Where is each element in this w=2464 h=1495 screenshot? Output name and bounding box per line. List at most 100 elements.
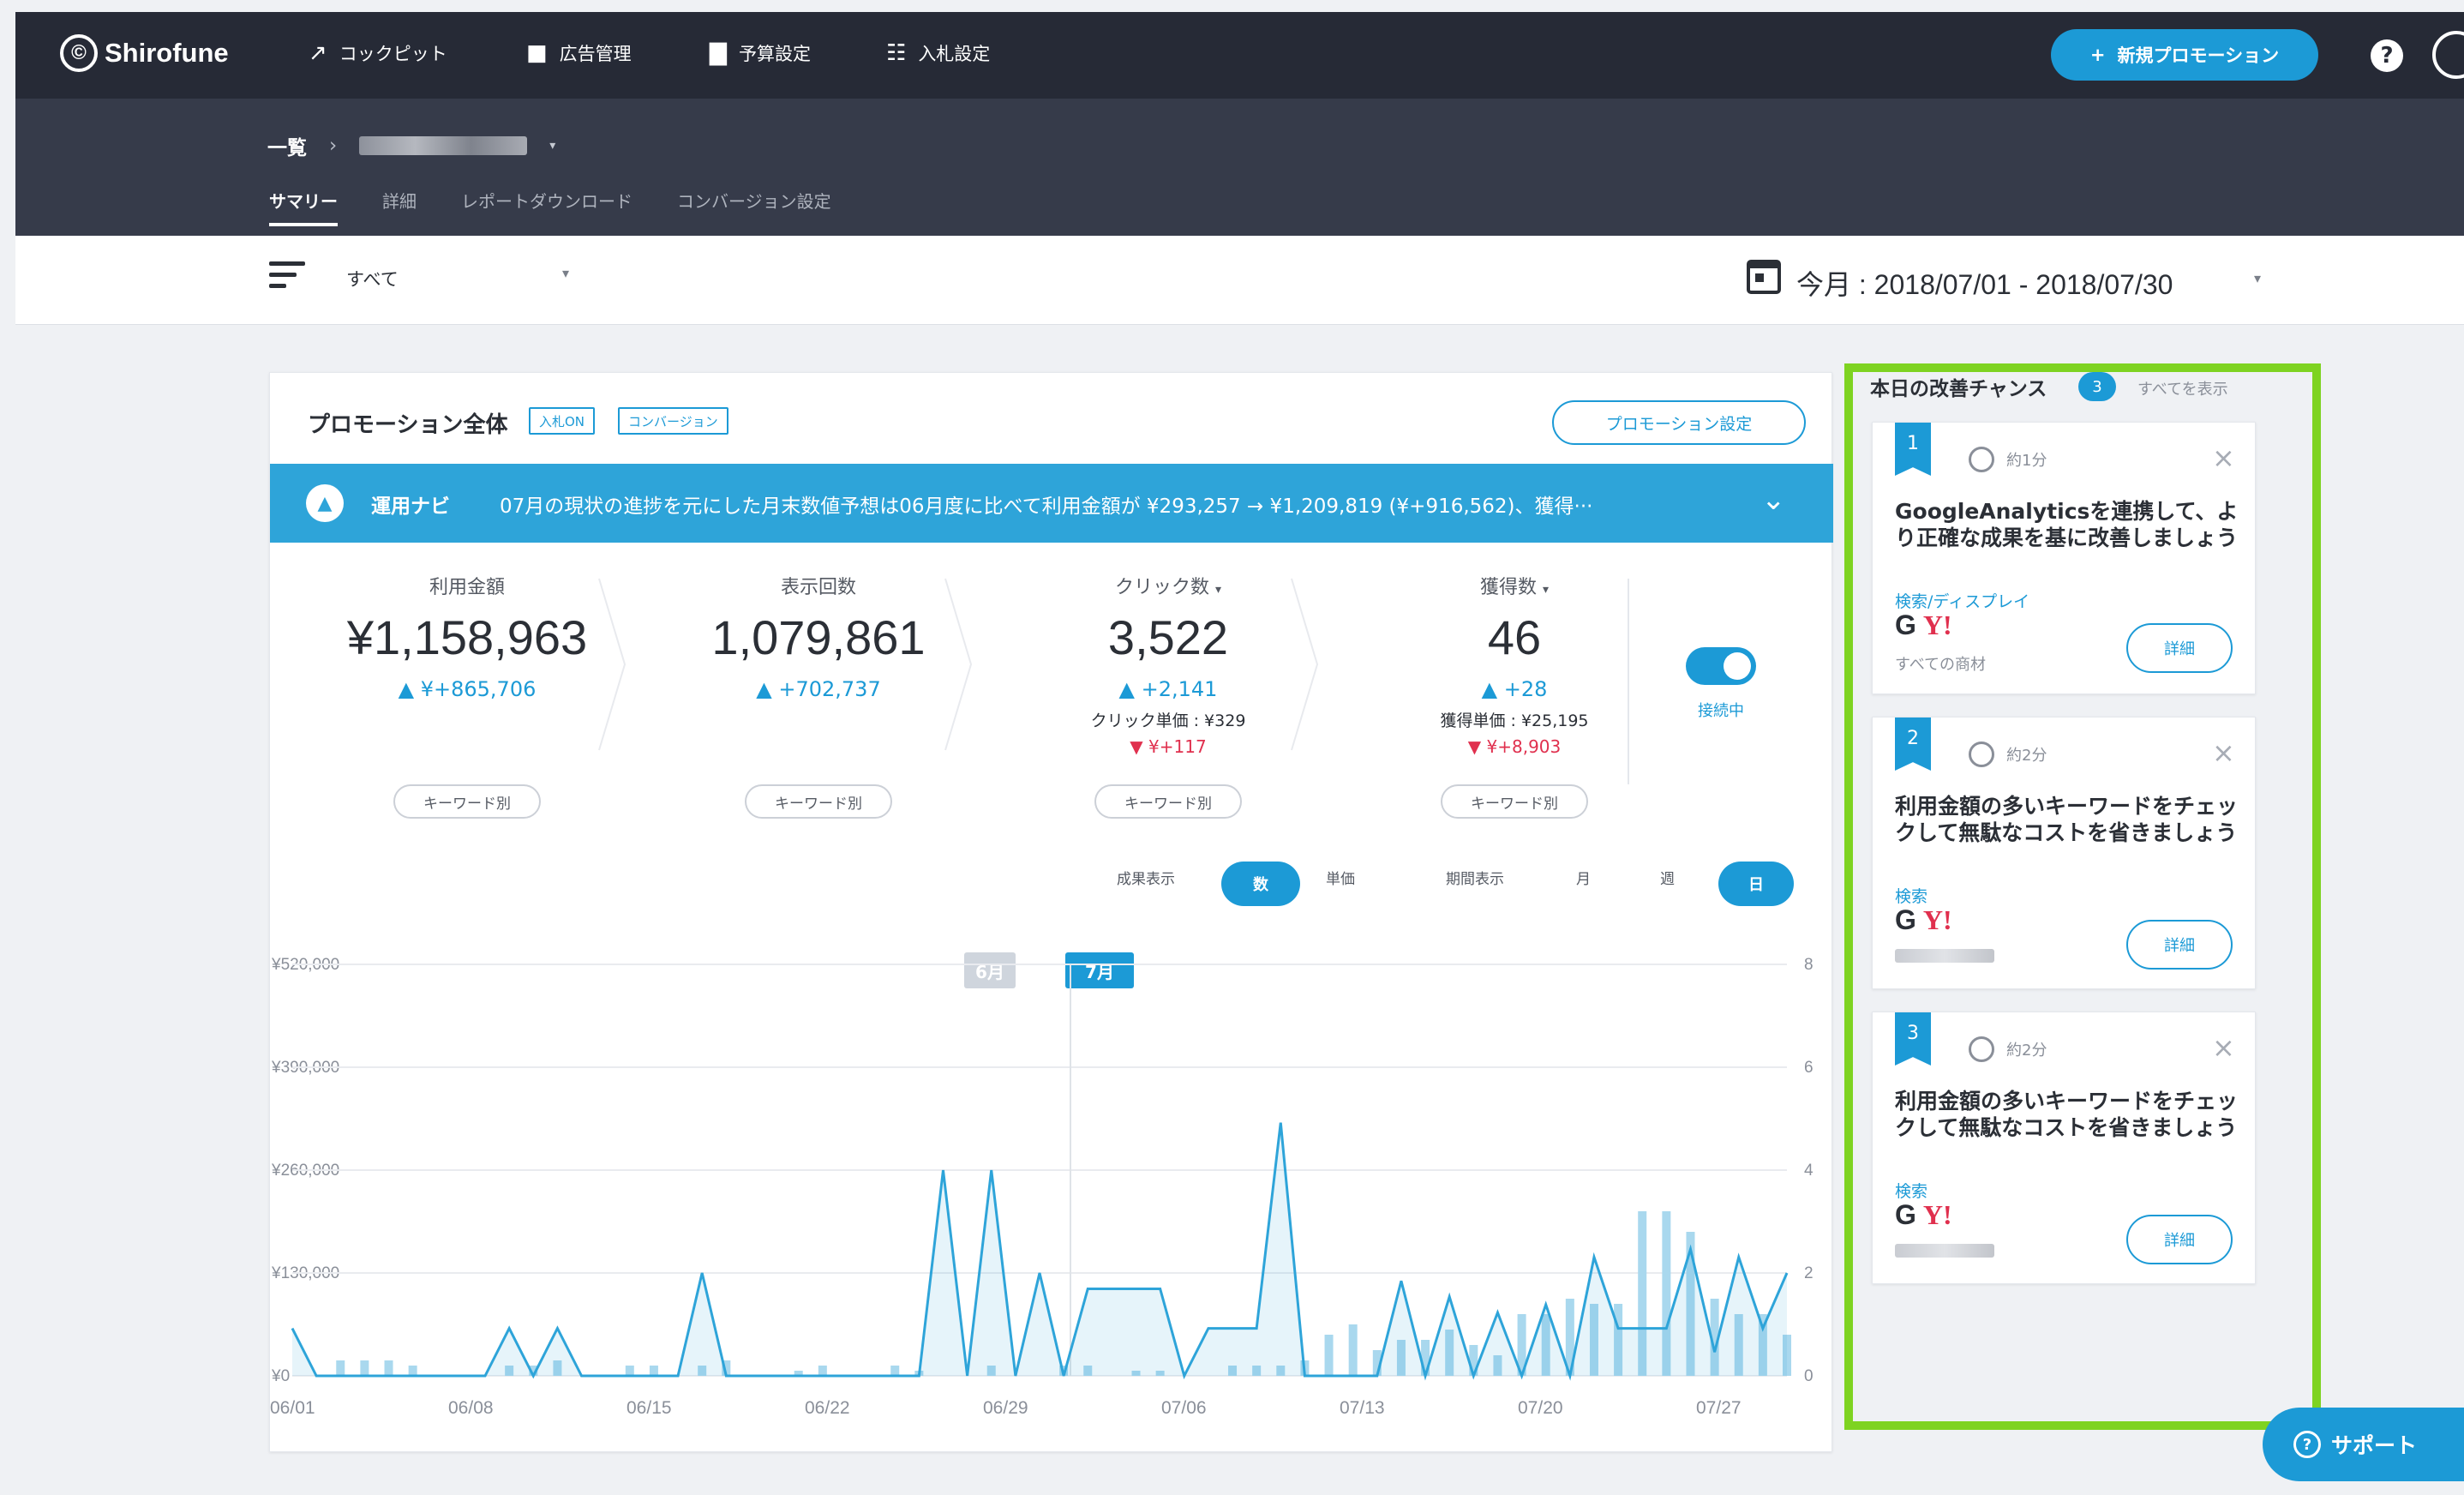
performance-chart xyxy=(291,964,1791,1381)
filter-icon[interactable] xyxy=(269,261,305,291)
new-promotion-button[interactable]: + 新規プロモーション xyxy=(2051,29,2318,81)
question-icon: ? xyxy=(2293,1431,2321,1458)
account-icon[interactable] xyxy=(2432,31,2464,79)
y2-tick-label: 6 xyxy=(1804,1059,1814,1077)
y2-tick-label: 2 xyxy=(1804,1264,1814,1282)
wallet-icon: ▇ xyxy=(710,40,727,66)
chance-card[interactable]: 1 約1分 × GoogleAnalyticsを連携して、より正確な成果を基に改… xyxy=(1872,422,2256,694)
x-tick-label: 07/13 xyxy=(1340,1398,1385,1418)
unit-price-toggle[interactable]: 単価 xyxy=(1326,867,1355,888)
logo-icon: © xyxy=(60,34,98,72)
chance-time: 約1分 xyxy=(2006,452,2047,470)
y2-tick-label: 4 xyxy=(1804,1162,1814,1180)
nav-budget[interactable]: ▇ 予算設定 xyxy=(710,40,811,66)
chevron-down-icon[interactable]: ▾ xyxy=(562,265,569,281)
x-tick-label: 06/08 xyxy=(448,1398,494,1418)
detail-button[interactable]: 詳細 xyxy=(2126,623,2233,673)
chance-target: すべての商材 xyxy=(1895,656,1987,674)
chance-kind: 検索 xyxy=(1895,1182,1928,1201)
ad-platform-logos: G Y! xyxy=(1895,609,1952,641)
tab-detail[interactable]: 詳細 xyxy=(382,188,417,226)
conversion-bar xyxy=(360,1360,369,1376)
x-tick-label: 07/20 xyxy=(1518,1398,1563,1418)
navi-label: 運用ナビ xyxy=(371,495,450,518)
close-icon[interactable]: × xyxy=(2212,1031,2235,1064)
support-button[interactable]: ? サポート xyxy=(2263,1408,2464,1481)
yahoo-icon: Y! xyxy=(1922,609,1952,640)
chevron-down-icon[interactable]: ⌄ xyxy=(1761,483,1786,517)
x-tick-label: 06/01 xyxy=(270,1398,315,1418)
keyword-breakdown-button[interactable]: キーワード別 xyxy=(393,784,541,819)
chance-time: 約2分 xyxy=(2006,1042,2047,1060)
timer-icon xyxy=(1969,447,1994,472)
plus-icon: + xyxy=(2089,45,2106,65)
date-range-select[interactable]: 今月 : 2018/07/01 - 2018/07/30 xyxy=(1796,263,2173,303)
timer-icon xyxy=(1969,1036,1994,1062)
breadcrumb: 一覧 › ▾ xyxy=(267,131,555,160)
app-frame: { "app": {"logo_text": "Shirofune"}, "to… xyxy=(0,0,2464,1495)
timer-icon xyxy=(1969,741,1994,767)
trend-icon: ↗ xyxy=(309,40,327,66)
support-label: サポート xyxy=(2331,1433,2418,1458)
y2-tick-label: 0 xyxy=(1804,1367,1814,1385)
chance-text: GoogleAnalyticsを連携して、より正確な成果を基に改善しましょう xyxy=(1895,499,2239,551)
filter-select[interactable]: すべて xyxy=(346,266,399,291)
promotion-summary-card: プロモーション全体 入札ON コンバージョン プロモーション設定 ▲ 運用ナビ … xyxy=(269,372,1833,1452)
ad-platform-logos: G Y! xyxy=(1895,1199,1952,1231)
chance-kind: 検索/ディスプレイ xyxy=(1895,592,2030,611)
conversion-bar xyxy=(336,1360,345,1376)
chance-card[interactable]: 3 約2分 × 利用金額の多いキーワードをチェックして無駄なコストを省きましょう… xyxy=(1872,1012,2256,1284)
promotion-settings-button[interactable]: プロモーション設定 xyxy=(1552,400,1806,445)
shirofune-logo[interactable]: © Shirofune xyxy=(60,34,229,72)
chevron-down-icon[interactable]: ▾ xyxy=(549,139,555,153)
connection-status: 接続中 xyxy=(1698,702,1744,720)
tab-report-download[interactable]: レポートダウンロード xyxy=(461,188,632,226)
week-toggle[interactable]: 週 xyxy=(1660,867,1675,888)
nav-ad-management-label: 広告管理 xyxy=(559,44,632,64)
day-toggle-button[interactable]: 日 xyxy=(1718,862,1794,906)
chance-number: 2 xyxy=(1895,717,1931,771)
show-all-link[interactable]: すべてを表示 xyxy=(2137,377,2228,399)
x-tick-label: 06/22 xyxy=(805,1398,850,1418)
close-icon[interactable]: × xyxy=(2212,736,2235,769)
google-icon: G xyxy=(1895,904,1916,935)
connection-toggle[interactable] xyxy=(1686,647,1756,685)
sub-navbar: 一覧 › ▾ サマリー 詳細 レポートダウンロード コンバージョン設定 xyxy=(15,99,2464,236)
sliders-icon: ☷ xyxy=(886,40,907,66)
conversion-tag: コンバージョン xyxy=(618,407,728,435)
breadcrumb-root[interactable]: 一覧 xyxy=(267,131,307,160)
chances-count-badge: 3 xyxy=(2078,372,2116,401)
promotion-name-redacted[interactable] xyxy=(359,136,528,155)
nav-ad-management[interactable]: ■ 広告管理 xyxy=(526,40,632,66)
conversion-bar xyxy=(649,1366,658,1376)
ops-navi-bar[interactable]: ▲ 運用ナビ 07月の現状の進捗を元にした月末数値予想は06月度に比べて利用金額… xyxy=(270,464,1833,543)
detail-button[interactable]: 詳細 xyxy=(2126,1215,2233,1264)
month-toggle[interactable]: 月 xyxy=(1576,867,1591,888)
redacted-target xyxy=(1895,949,1994,963)
chances-title: 本日の改善チャンス xyxy=(1870,378,2047,400)
keyword-breakdown-button[interactable]: キーワード別 xyxy=(745,784,892,819)
top-navbar: © Shirofune ↗ コックピット ■ 広告管理 ▇ 予算設定 ☷ 入札設… xyxy=(15,12,2464,99)
conversion-bar xyxy=(625,1366,634,1376)
close-icon[interactable]: × xyxy=(2212,441,2235,474)
keyword-breakdown-button[interactable]: キーワード別 xyxy=(1441,784,1588,819)
chevron-up-circle-icon: ▲ xyxy=(306,484,344,522)
chance-text: 利用金額の多いキーワードをチェックして無駄なコストを省きましょう xyxy=(1895,1089,2239,1141)
period-display-label: 期間表示 xyxy=(1446,871,1504,888)
tab-conversion-settings[interactable]: コンバージョン設定 xyxy=(677,188,831,226)
help-icon[interactable]: ? xyxy=(2371,39,2403,72)
calendar-icon[interactable] xyxy=(1747,260,1781,294)
chevron-down-icon[interactable]: ▾ xyxy=(2254,270,2261,286)
conversion-bar xyxy=(408,1366,417,1376)
tab-summary[interactable]: サマリー xyxy=(269,188,338,226)
nav-cockpit[interactable]: ↗ コックピット xyxy=(309,40,447,66)
chance-card[interactable]: 2 約2分 × 利用金額の多いキーワードをチェックして無駄なコストを省きましょう… xyxy=(1872,717,2256,989)
nav-bidding[interactable]: ☷ 入札設定 xyxy=(886,40,990,66)
keyword-breakdown-button[interactable]: キーワード別 xyxy=(1094,784,1242,819)
logo-text: Shirofune xyxy=(105,38,229,68)
detail-button[interactable]: 詳細 xyxy=(2126,920,2233,970)
conversion-bar xyxy=(890,1366,900,1376)
count-toggle-button[interactable]: 数 xyxy=(1221,862,1300,906)
sub-tabs: サマリー 詳細 レポートダウンロード コンバージョン設定 xyxy=(269,188,831,226)
nav-bidding-label: 入札設定 xyxy=(918,44,991,64)
